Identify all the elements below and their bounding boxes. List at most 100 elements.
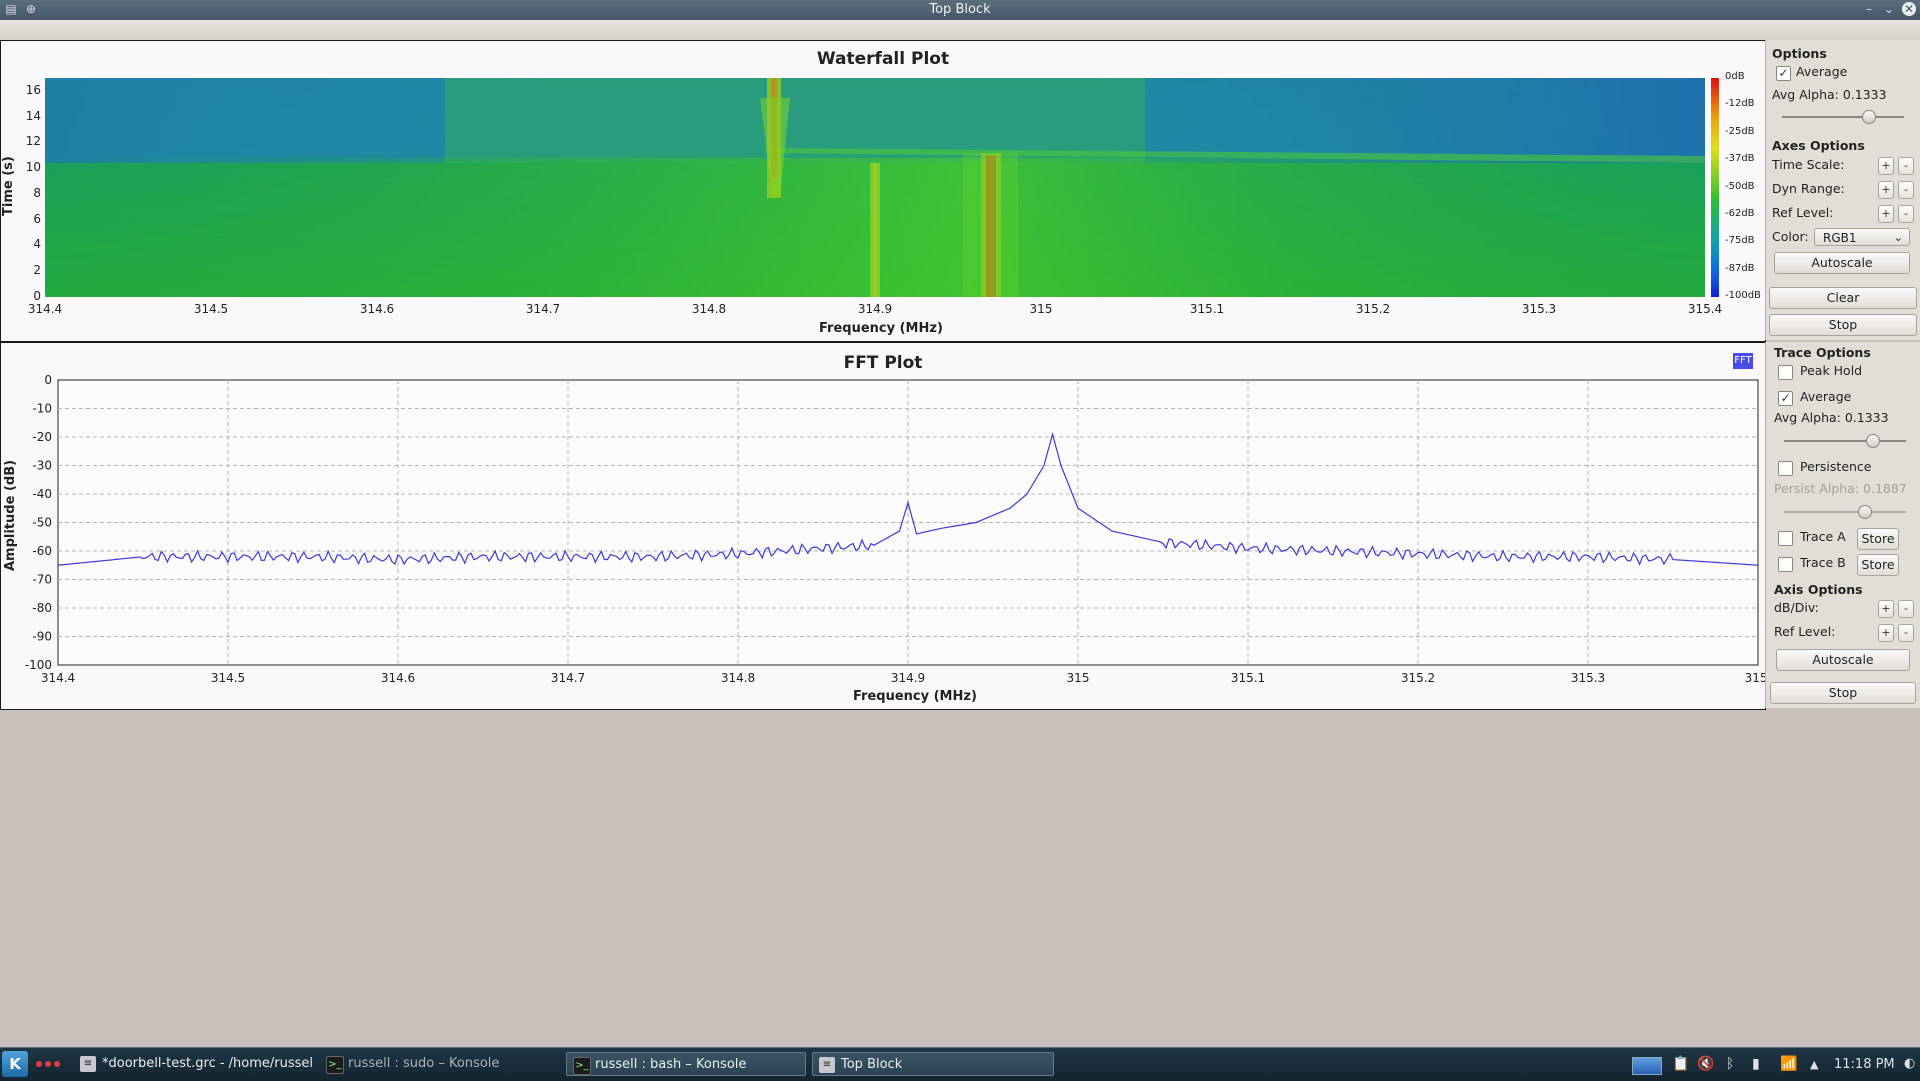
fft-stop-button[interactable]: Stop (1770, 682, 1916, 704)
trace-a-checkbox[interactable] (1778, 531, 1793, 546)
fft-x-tick-label: 314.9 (891, 671, 925, 685)
trace-b-checkbox[interactable] (1778, 557, 1793, 572)
waterfall-y-tick-label: 2 (33, 263, 41, 278)
color-label: Color: (1772, 229, 1809, 244)
waterfall-x-tick-label: 315.4 (1687, 302, 1723, 316)
waterfall-y-tick-label: 8 (33, 185, 41, 200)
kde-launcher-icon[interactable]: K (2, 1051, 28, 1077)
menubar (0, 20, 1920, 40)
trace-b-store-button[interactable]: Store (1857, 554, 1899, 576)
ref-level-plus-button[interactable]: + (1878, 205, 1894, 223)
slider-handle[interactable] (1858, 505, 1872, 519)
options-header: Options (1772, 46, 1827, 61)
dyn-range-minus-button[interactable]: - (1898, 181, 1914, 199)
clear-button[interactable]: Clear (1769, 287, 1917, 309)
fft-y-tick-label: -30 (32, 459, 52, 473)
trace-avg-alpha-slider[interactable] (1784, 434, 1906, 448)
fft-xlabel: Frequency (MHz) (853, 689, 977, 704)
fft-y-tick-label: 0 (44, 373, 52, 387)
fft-panel: FFT Plot FFT 0 -10 -20 -30 -40 -50 -60 -70 -80 -9… (0, 342, 1766, 710)
colorbar-tick-label: -62dB (1725, 207, 1755, 219)
colorbar-tick-label: -75dB (1725, 235, 1755, 247)
time-scale-minus-button[interactable]: - (1898, 157, 1914, 175)
window-title: Top Block (929, 2, 991, 17)
desktop-preview-icon[interactable] (1632, 1057, 1662, 1075)
db-div-label: dB/Div: (1774, 600, 1819, 615)
clock[interactable]: 11:18 PM (1834, 1057, 1895, 1072)
fft-x-tick-label: 314.7 (551, 671, 585, 685)
db-div-plus-button[interactable]: + (1878, 600, 1894, 618)
waterfall-y-tick-label: 6 (33, 211, 41, 226)
waterfall-y-tick-label: 14 (25, 108, 41, 123)
avg-alpha-slider[interactable] (1782, 110, 1904, 124)
tray-expand-icon[interactable]: ▲ (1810, 1058, 1818, 1071)
maximize-icon[interactable]: ⌄ (1882, 2, 1896, 16)
minimize-icon[interactable]: – (1862, 2, 1876, 16)
dyn-range-label: Dyn Range: (1772, 181, 1845, 196)
activity-dots-icon[interactable] (36, 1058, 66, 1070)
waterfall-stop-button[interactable]: Stop (1769, 314, 1917, 336)
ref-level-minus-button[interactable]: - (1898, 205, 1914, 223)
fft-chart[interactable]: 0 -10 -20 -30 -40 -50 -60 -70 -80 -90 -100314.4 314… (1, 343, 1765, 709)
colorbar-tick-label: -87dB (1725, 262, 1755, 274)
trace-average-label: Average (1800, 389, 1852, 404)
time-scale-plus-button[interactable]: + (1878, 157, 1894, 175)
window-titlebar[interactable]: ▤ ⊕ Top Block – ⌄ ✕ (0, 0, 1920, 20)
dyn-range-plus-button[interactable]: + (1878, 181, 1894, 199)
fft-y-tick-label: -50 (32, 516, 52, 530)
logout-icon[interactable]: ◐ (1904, 1056, 1915, 1071)
trace-average-checkbox[interactable]: ✓ (1778, 391, 1793, 406)
waterfall-x-tick-label: 314.7 (525, 302, 561, 316)
fft-y-tick-label: -70 (32, 573, 52, 587)
colorbar-tick-label: 0dB (1725, 71, 1745, 82)
trace-b-label: Trace B (1800, 555, 1846, 570)
fft-ref-level-plus-button[interactable]: + (1878, 624, 1894, 642)
average-label: Average (1796, 64, 1848, 79)
fft-y-tick-label: -80 (32, 601, 52, 615)
fft-x-tick-label: 315.2 (1401, 671, 1435, 685)
slider-handle[interactable] (1862, 110, 1876, 124)
waterfall-y-tick-label: 4 (33, 237, 41, 252)
peak-hold-checkbox[interactable] (1778, 365, 1793, 380)
volume-muted-icon[interactable]: 🔇 (1697, 1056, 1714, 1072)
waterfall-xlabel: Frequency (MHz) (819, 321, 943, 336)
fft-autoscale-button[interactable]: Autoscale (1776, 649, 1910, 671)
battery-icon[interactable]: ▮ (1752, 1056, 1760, 1072)
waterfall-heatmap (45, 78, 1705, 297)
fft-ref-level-minus-button[interactable]: - (1898, 624, 1914, 642)
db-div-minus-button[interactable]: - (1898, 600, 1914, 618)
trace-a-store-button[interactable]: Store (1857, 528, 1899, 550)
colorbar-tick-label: -100dB (1725, 290, 1761, 301)
waterfall-canvas[interactable] (45, 78, 1705, 297)
task-konsole-bash[interactable]: >_ russell : bash – Konsole (566, 1052, 806, 1076)
close-icon[interactable]: ✕ (1902, 2, 1916, 16)
task-label: russell : bash – Konsole (595, 1057, 747, 1072)
clipboard-icon[interactable]: 📋 (1672, 1056, 1689, 1072)
task-label: *doorbell-test.grc - /home/russell (102, 1056, 314, 1071)
avg-alpha-label: Avg Alpha: 0.1333 (1772, 87, 1887, 102)
fft-y-tick-label: -90 (32, 630, 52, 644)
waterfall-autoscale-button[interactable]: Autoscale (1774, 252, 1910, 274)
persist-alpha-slider[interactable] (1784, 505, 1906, 519)
persistence-checkbox[interactable] (1778, 461, 1793, 476)
fft-x-tick-label: 315.3 (1571, 671, 1605, 685)
average-checkbox[interactable]: ✓ (1776, 66, 1791, 81)
trace-avg-alpha-label: Avg Alpha: 0.1333 (1774, 410, 1889, 425)
wifi-icon[interactable]: 📶 (1780, 1056, 1797, 1072)
color-select[interactable]: RGB1 ⌄ (1814, 228, 1910, 246)
waterfall-x-tick-label: 315.2 (1355, 302, 1391, 316)
fft-x-tick-label: 315. (1745, 671, 1765, 685)
colorbar-tick-label: -37dB (1725, 153, 1755, 165)
task-top-block[interactable]: ≡ Top Block (812, 1052, 1054, 1076)
bluetooth-icon[interactable]: ᛒ (1726, 1056, 1734, 1072)
colorbar-tick-label: -25dB (1725, 125, 1755, 137)
slider-handle[interactable] (1866, 434, 1880, 448)
peak-hold-label: Peak Hold (1800, 363, 1863, 378)
waterfall-title: Waterfall Plot (816, 49, 950, 69)
task-grc-editor[interactable]: ≡ *doorbell-test.grc - /home/russell (74, 1052, 314, 1076)
waterfall-colorbar (1711, 78, 1719, 297)
fft-y-tick-label: -20 (32, 430, 52, 444)
trace-options-header: Trace Options (1774, 345, 1871, 360)
task-konsole-sudo[interactable]: >_ russell : sudo – Konsole (320, 1052, 560, 1076)
trace-options-panel: Trace Options Peak Hold ✓ Average Avg Al… (1765, 342, 1920, 708)
